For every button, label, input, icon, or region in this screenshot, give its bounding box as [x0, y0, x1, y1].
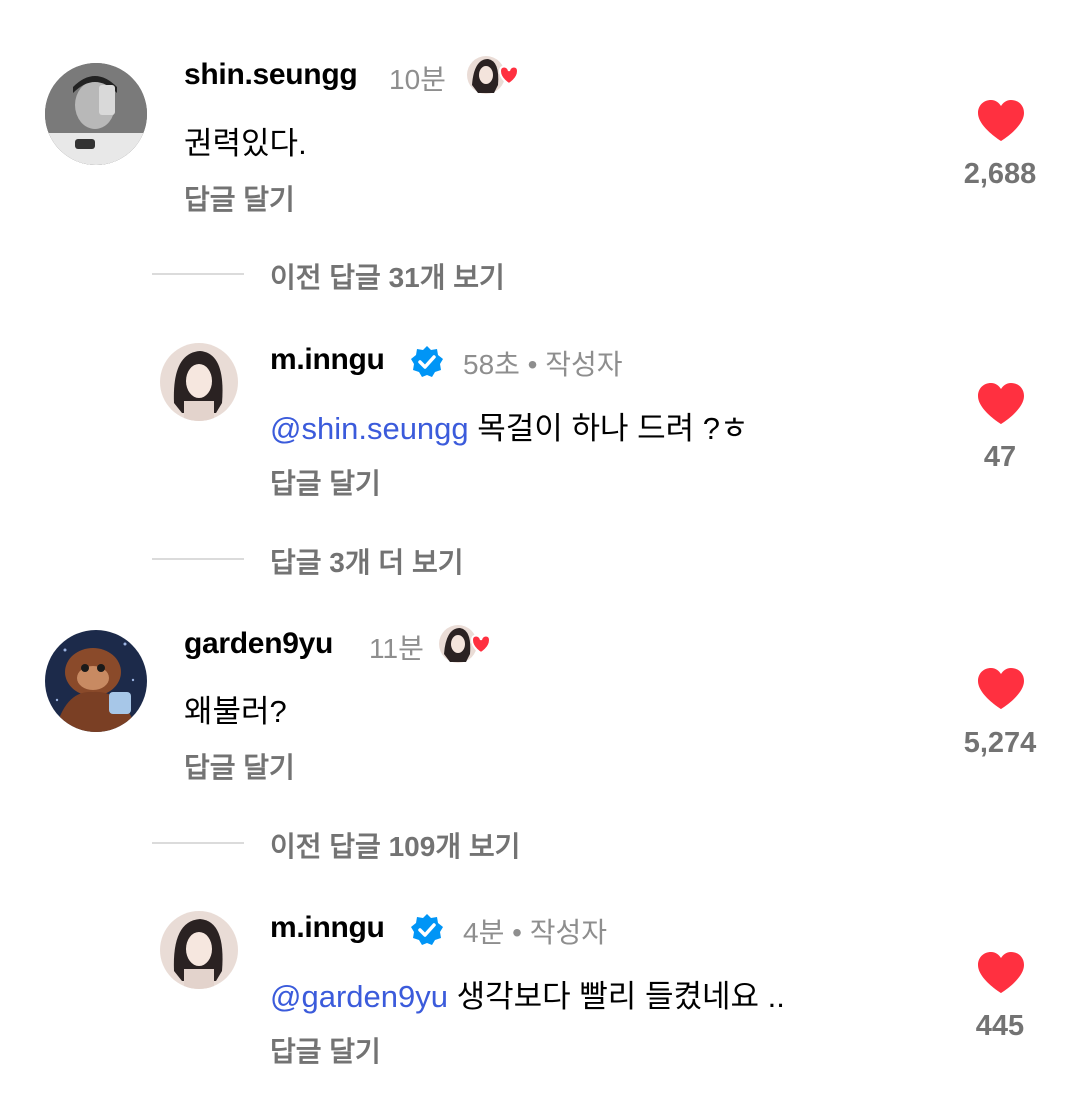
like-heart-icon[interactable] [977, 383, 1025, 430]
comment-text: 권력있다. [184, 126, 307, 161]
divider [152, 558, 244, 560]
divider [152, 273, 244, 275]
comment-text-row: @shin.seungg 목걸이 하나 드려 ?ㅎ [270, 403, 749, 448]
comment-text-row: @garden9yu 생각보다 빨리 들켰네요 .. [270, 971, 785, 1016]
author-liked-avatar-icon [438, 624, 492, 664]
like-count: 2,688 [963, 158, 1037, 190]
reply-button[interactable]: 답글 달기 [184, 746, 295, 786]
comment-username[interactable]: garden9yu [184, 627, 333, 661]
reply-button[interactable]: 답글 달기 [270, 1030, 381, 1070]
comment-time: 58초 • 작성자 [463, 349, 623, 380]
avatar[interactable] [160, 343, 238, 421]
comment-username[interactable]: m.inngu [270, 343, 385, 377]
reply-button[interactable]: 답글 달기 [270, 462, 381, 502]
comment-time: 4분 • 작성자 [463, 917, 607, 948]
mention-link[interactable]: @shin.seungg [270, 411, 469, 446]
like-count: 445 [975, 1010, 1025, 1042]
comment-text: 목걸이 하나 드려 ?ㅎ [468, 411, 749, 446]
like-heart-icon[interactable] [977, 100, 1025, 147]
comment-username[interactable]: shin.seungg [184, 58, 358, 92]
comment-username[interactable]: m.inngu [270, 911, 385, 945]
avatar[interactable] [45, 63, 147, 165]
author-liked-avatar-icon [466, 55, 520, 95]
like-heart-icon[interactable] [977, 952, 1025, 999]
like-heart-icon[interactable] [977, 668, 1025, 715]
comment-time: 11분 [369, 633, 424, 664]
verified-badge-icon [410, 345, 444, 384]
divider [152, 842, 244, 844]
comment-text: 왜불러? [184, 694, 287, 729]
like-count: 47 [983, 441, 1017, 473]
reply-button[interactable]: 답글 달기 [184, 178, 295, 218]
avatar[interactable] [160, 911, 238, 989]
mention-link[interactable]: @garden9yu [270, 979, 448, 1014]
verified-badge-icon [410, 913, 444, 952]
avatar[interactable] [45, 630, 147, 732]
view-more-replies[interactable]: 이전 답글 31개 보기 [270, 256, 505, 296]
comment-time: 10분 [389, 64, 446, 95]
view-more-replies[interactable]: 이전 답글 109개 보기 [270, 825, 520, 865]
view-more-replies[interactable]: 답글 3개 더 보기 [270, 541, 463, 581]
comment-text: 생각보다 빨리 들켰네요 .. [447, 979, 785, 1014]
like-count: 5,274 [963, 727, 1037, 759]
